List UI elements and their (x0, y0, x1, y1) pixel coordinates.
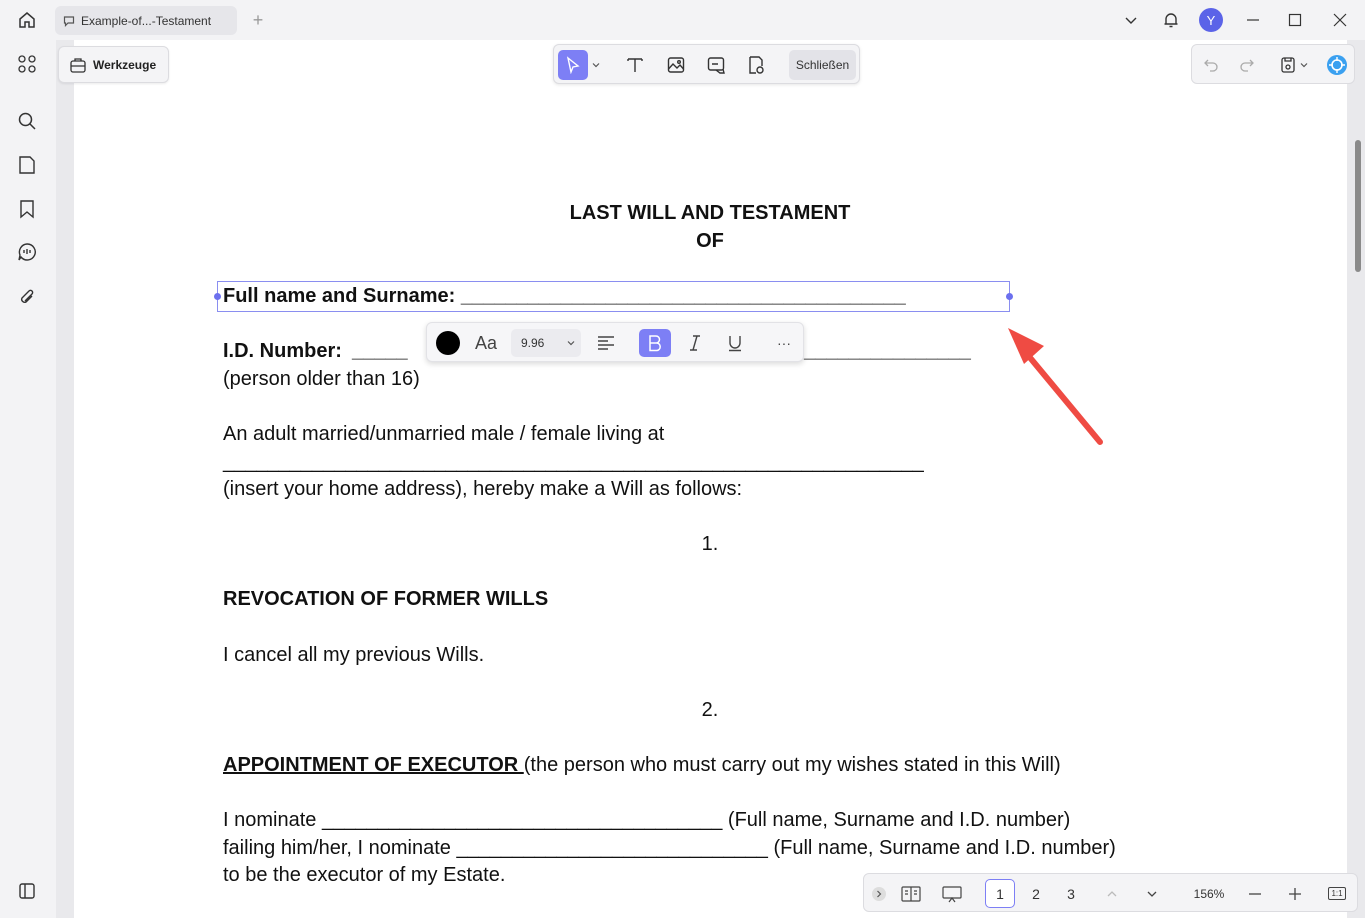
user-avatar[interactable]: Y (1191, 0, 1231, 40)
italic-button[interactable] (681, 329, 709, 357)
executor-note: (the person who must carry out my wishes… (523, 754, 1061, 776)
watermark-icon (749, 56, 764, 74)
redo-icon[interactable] (1232, 50, 1262, 80)
id-number-blank-right: _______________ (804, 340, 971, 362)
attachment-icon[interactable] (12, 282, 42, 312)
maximize-button[interactable] (1275, 0, 1315, 40)
home-icon[interactable] (12, 6, 42, 34)
chevron-down-icon[interactable] (1296, 50, 1312, 80)
font-size-select[interactable]: 9.96 (511, 329, 581, 357)
executor-estate-line: to be the executor of my Estate. (223, 864, 506, 886)
address-note: (insert your home address), hereby make … (223, 478, 743, 500)
document-title: LAST WILL AND TESTAMENT (569, 202, 851, 224)
link-tool-button[interactable] (701, 50, 731, 80)
font-color-picker[interactable] (435, 329, 461, 357)
actual-size-button[interactable]: 1:1 (1325, 879, 1349, 908)
bookmark-icon[interactable] (12, 194, 42, 224)
cursor-icon (566, 56, 580, 74)
underline-icon (729, 336, 741, 352)
font-family-button[interactable]: Aa (471, 329, 501, 357)
text-format-toolbar: Aa 9.96 ··· (426, 322, 804, 362)
right-toolbar (1191, 44, 1355, 84)
resize-handle-left[interactable] (214, 293, 221, 300)
section-number-2: 2. (701, 699, 719, 721)
tools-label: Werkzeuge (93, 57, 157, 72)
chevron-down-icon[interactable] (588, 50, 604, 80)
next-page-icon[interactable] (1140, 879, 1164, 908)
id-number-label: I.D. Number: (223, 340, 342, 362)
toolbox-icon (70, 57, 86, 73)
edit-toolbar: Schließen (553, 44, 860, 84)
resize-handle-right[interactable] (1006, 293, 1013, 300)
page-button-2[interactable]: 2 (1021, 879, 1051, 908)
font-size-value: 9.96 (521, 336, 545, 350)
bell-icon[interactable] (1151, 0, 1191, 40)
full-name-field[interactable]: Full name and Surname: _________________… (223, 285, 906, 308)
chevron-down-icon[interactable] (1111, 0, 1151, 40)
undo-icon[interactable] (1196, 50, 1226, 80)
more-options-icon[interactable]: ··· (771, 329, 797, 357)
add-tab-button[interactable]: + (247, 9, 269, 31)
bold-button[interactable] (639, 329, 671, 357)
expand-icon[interactable] (870, 879, 888, 908)
tab-title: Example-of...-Testament (81, 13, 212, 28)
page-layout-icon[interactable] (897, 879, 925, 908)
page-button-3[interactable]: 3 (1056, 879, 1086, 908)
comments-icon[interactable] (12, 237, 42, 267)
actual-size-label: 1:1 (1328, 887, 1346, 900)
tools-button[interactable]: Werkzeuge (58, 46, 169, 83)
comment-icon (63, 15, 75, 27)
ai-assistant-icon[interactable] (1322, 50, 1352, 80)
apps-grid-icon[interactable] (12, 49, 42, 79)
revocation-text: I cancel all my previous Wills. (223, 644, 485, 666)
document-tab[interactable]: Example-of...-Testament (55, 6, 237, 35)
bold-icon (649, 335, 661, 352)
left-sidebar (0, 40, 54, 918)
image-tool-button[interactable] (661, 50, 691, 80)
search-icon[interactable] (12, 106, 42, 136)
align-left-icon[interactable] (592, 329, 620, 357)
nominate-line-1: I nominate _____________________________… (223, 809, 1071, 831)
watermark-tool-button[interactable] (741, 50, 771, 80)
chevron-down-icon (567, 341, 575, 346)
zoom-level[interactable]: 156% (1186, 879, 1232, 908)
vertical-scrollbar[interactable] (1355, 140, 1361, 272)
page-button-1[interactable]: 1 (985, 879, 1015, 908)
document-title-of: OF (696, 230, 724, 252)
zoom-out-icon[interactable] (1243, 879, 1267, 908)
avatar: Y (1199, 8, 1223, 32)
select-tool-button[interactable] (558, 50, 588, 80)
annotation-arrow-icon (1008, 328, 1103, 445)
pages-icon[interactable] (12, 150, 42, 180)
executor-paragraph: APPOINTMENT OF EXECUTOR (the person who … (223, 754, 1061, 777)
nominate-line-2: failing him/her, I nominate ____________… (223, 837, 1116, 859)
minimize-button[interactable] (1231, 0, 1275, 40)
executor-heading: APPOINTMENT OF EXECUTOR (223, 754, 524, 776)
title-bar: Example-of...-Testament + Y (0, 0, 1365, 40)
id-number-blank-left: _____ (352, 340, 408, 362)
previous-page-icon[interactable] (1100, 879, 1124, 908)
underline-button[interactable] (721, 329, 749, 357)
image-icon (667, 57, 685, 73)
close-edit-button[interactable]: Schließen (789, 50, 856, 80)
page-navigation-bar: 1 2 3 156% 1:1 (863, 873, 1358, 912)
color-swatch (436, 331, 460, 355)
close-window-button[interactable] (1315, 0, 1365, 40)
italic-icon (690, 335, 700, 351)
zoom-in-icon[interactable] (1283, 879, 1307, 908)
layers-icon[interactable] (12, 876, 42, 906)
link-icon (707, 57, 725, 74)
text-tool-button[interactable] (620, 50, 650, 80)
presentation-icon[interactable] (938, 879, 966, 908)
text-icon (627, 58, 643, 72)
address-blank: ________________________________________… (223, 451, 924, 473)
age-note: (person older than 16) (223, 368, 420, 390)
revocation-heading: REVOCATION OF FORMER WILLS (223, 588, 549, 610)
section-number-1: 1. (701, 533, 719, 555)
adult-line: An adult married/unmarried male / female… (223, 423, 665, 445)
